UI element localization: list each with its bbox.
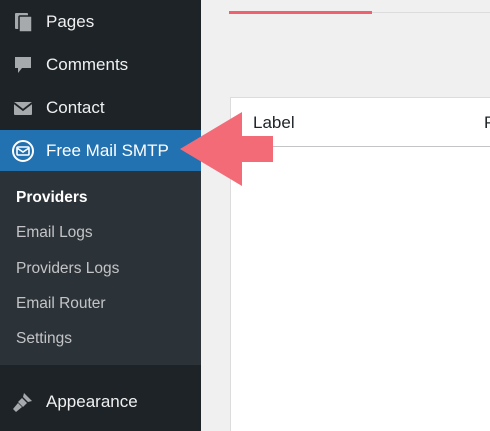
menu-item-contact[interactable]: Contact — [0, 88, 201, 128]
submenu-item-email-logs[interactable]: Email Logs — [16, 224, 93, 242]
app-frame: Pages Comments Contact Free Mail SMTP Pr… — [0, 0, 490, 431]
menu-item-comments[interactable]: Comments — [0, 45, 201, 85]
column-header-truncated[interactable]: P — [484, 113, 490, 133]
menu-label-contact: Contact — [46, 98, 105, 117]
free-mail-smtp-submenu: Providers Email Logs Providers Logs Emai… — [0, 171, 201, 365]
pages-icon — [11, 10, 35, 34]
admin-sidebar: Pages Comments Contact Free Mail SMTP Pr… — [0, 0, 201, 431]
submenu-item-email-router[interactable]: Email Router — [16, 295, 106, 313]
menu-label-free-mail-smtp: Free Mail SMTP — [46, 140, 169, 160]
submenu-item-providers[interactable]: Providers — [16, 189, 88, 207]
comment-bubble-icon — [11, 53, 35, 77]
paintbrush-icon — [11, 390, 35, 414]
pointer-arrow-icon — [180, 112, 273, 186]
active-tab-indicator[interactable] — [229, 11, 372, 14]
submenu-item-providers-logs[interactable]: Providers Logs — [16, 260, 119, 278]
menu-item-pages[interactable]: Pages — [0, 2, 201, 42]
envelope-icon — [11, 96, 35, 120]
menu-item-free-mail-smtp[interactable]: Free Mail SMTP — [0, 130, 201, 171]
menu-label-comments: Comments — [46, 55, 129, 74]
main-content: Label P — [201, 0, 490, 431]
mail-circle-icon — [11, 139, 35, 163]
menu-label-appearance: Appearance — [46, 392, 138, 411]
menu-label-pages: Pages — [46, 12, 95, 31]
menu-item-appearance[interactable]: Appearance — [0, 382, 201, 422]
submenu-item-settings[interactable]: Settings — [16, 330, 72, 348]
